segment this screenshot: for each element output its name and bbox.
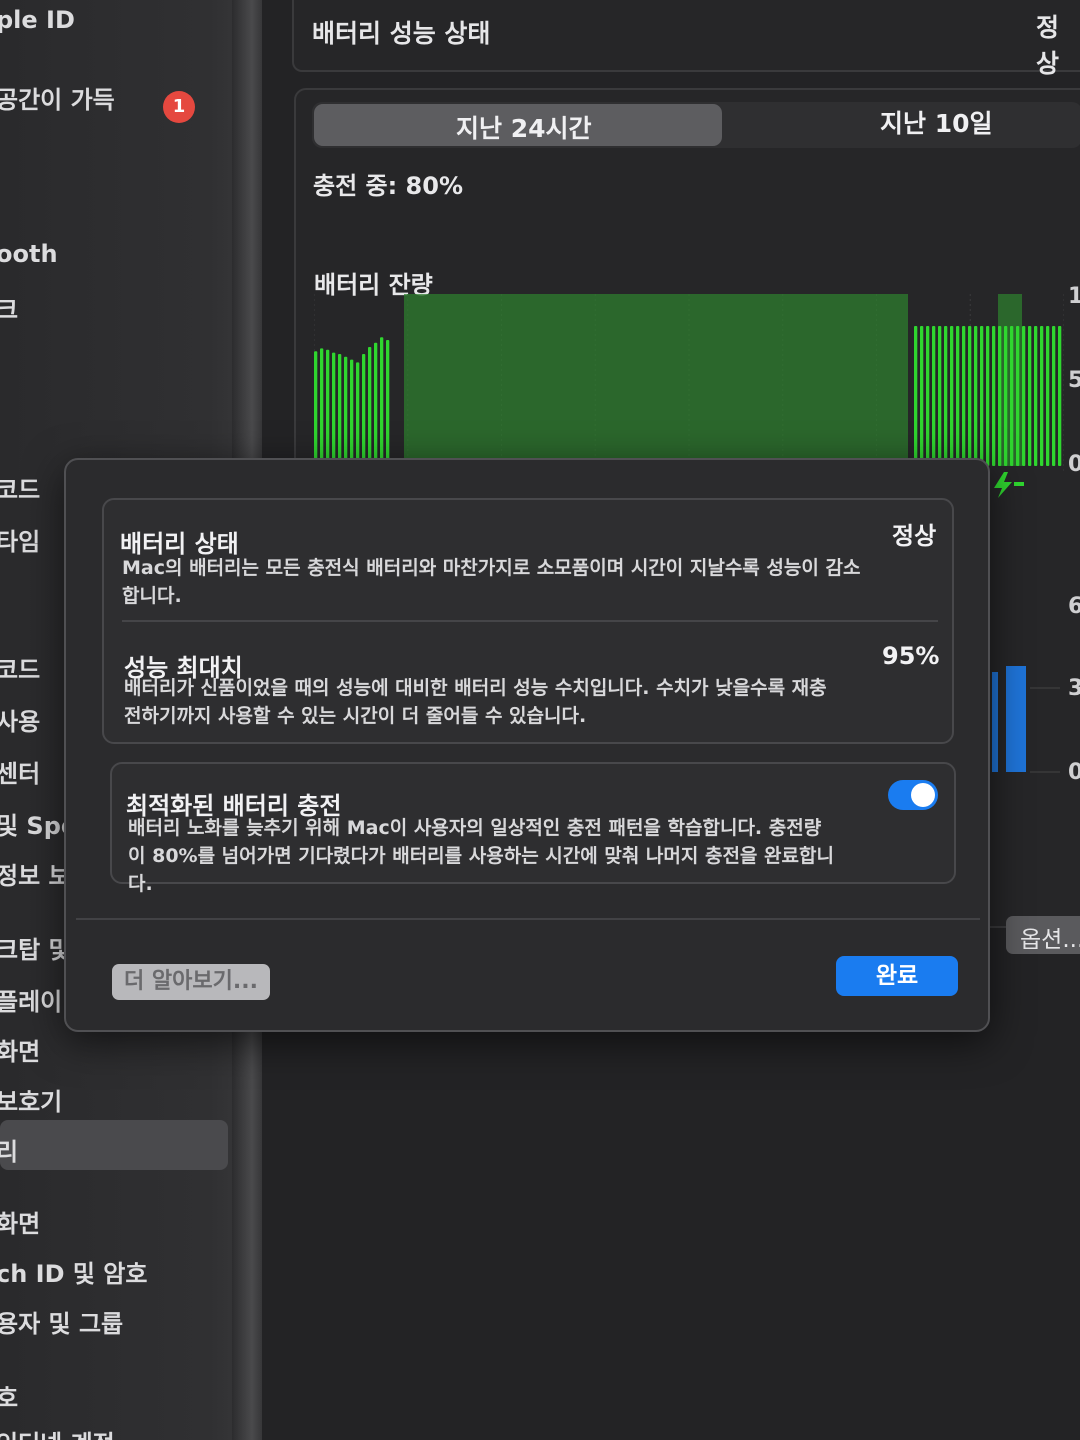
battery-level-bar [1058, 326, 1062, 466]
battery-level-bar [944, 326, 948, 466]
battery-level-bar [974, 326, 978, 466]
footer-divider [76, 918, 980, 920]
battery-level-bar [326, 349, 330, 466]
battery-level-bar [920, 326, 924, 466]
y-tick-0: 0 [1068, 452, 1080, 477]
battery-level-bar [362, 354, 366, 466]
sidebar-item-screensaver[interactable]: 보호기 [0, 1082, 62, 1117]
sidebar-item-battery[interactable]: 리 [0, 1132, 18, 1167]
screen-usage-chart [992, 666, 1060, 773]
battery-level-bar [986, 326, 990, 466]
battery-level-bar [956, 326, 960, 466]
sidebar-item-internet-accounts[interactable]: 인터넷 계정 [0, 1424, 115, 1440]
sidebar-item-screen[interactable]: 화면 [0, 1032, 40, 1067]
charging-status: 충전 중: 80% [313, 172, 463, 200]
battery-level-bar [356, 362, 360, 466]
notification-badge: 1 [163, 91, 195, 123]
battery-level-bar [1028, 326, 1032, 466]
y-tick-100: 1 [1068, 284, 1080, 309]
battery-level-bar [380, 337, 384, 466]
toggle-knob [911, 783, 935, 807]
battery-health-status: 정상 [1036, 13, 1060, 78]
sidebar-item-apple-id[interactable]: ple ID [0, 6, 75, 34]
charging-band [404, 294, 908, 466]
battery-level-bar [1046, 326, 1050, 466]
usage-bar [1006, 666, 1026, 772]
battery-level-bar [992, 326, 996, 466]
battery-level-bar [1034, 326, 1038, 466]
sidebar-item-usage[interactable]: 사용 [0, 702, 40, 737]
sidebar-item-desktop[interactable]: 크탑 및 [0, 930, 71, 965]
sidebar-item-storage-full[interactable]: 공간이 가득 [0, 80, 115, 115]
sidebar-selected-highlight [0, 1120, 228, 1170]
sidebar-item-center[interactable]: 센터 [0, 754, 40, 789]
max-capacity-description: 배터리가 신품이었을 때의 성능에 대비한 배터리 성능 수치입니다. 수치가 … [124, 677, 827, 727]
tab-last-10d[interactable]: 지난 10일 [880, 104, 993, 140]
usage-y-tick-3: 3 [1068, 676, 1080, 701]
battery-level-bar [314, 351, 318, 466]
max-capacity-value: 95% [882, 642, 940, 670]
battery-level-bar [968, 326, 972, 466]
battery-level-bar [938, 326, 942, 466]
battery-level-bar [350, 359, 354, 466]
usage-bar [992, 672, 998, 772]
optimized-charging-toggle[interactable] [888, 780, 938, 810]
sidebar-item-bluetooth[interactable]: ooth [0, 240, 58, 268]
y-tick-50: 5 [1068, 368, 1080, 393]
options-button[interactable]: 옵션... [1006, 916, 1080, 954]
battery-condition-description: Mac의 배터리는 모든 충전식 배터리와 마찬가지로 소모품이며 시간이 지날… [122, 557, 861, 607]
done-button[interactable]: 완료 [836, 956, 958, 996]
sidebar-item-password[interactable]: 호 [0, 1378, 18, 1413]
battery-level-bar [374, 342, 378, 466]
tab-last-24h[interactable]: 지난 24시간 [456, 109, 592, 145]
usage-y-tick-6: 6 [1068, 594, 1080, 619]
battery-level-bar [338, 354, 342, 466]
battery-level-bar [1022, 326, 1026, 466]
battery-level-bar [1010, 326, 1014, 466]
battery-level-bar [998, 326, 1002, 466]
battery-level-bar [962, 326, 966, 466]
battery-level-chart [314, 294, 1064, 474]
sidebar-item-touch-id[interactable]: ch ID 및 암호 [0, 1254, 147, 1289]
battery-level-bar [1052, 326, 1056, 466]
battery-level-bar [1016, 326, 1020, 466]
sidebar-item-code-2[interactable]: 코드 [0, 650, 40, 685]
sidebar-item-network[interactable]: 크 [0, 290, 18, 325]
battery-level-bar [932, 326, 936, 466]
battery-level-bar [914, 326, 918, 466]
sidebar-item-code[interactable]: 코드 [0, 470, 40, 505]
battery-health-title: 배터리 성능 상태 [312, 19, 491, 48]
battery-level-bar [980, 326, 984, 466]
sidebar-item-display[interactable]: 플레이 [0, 982, 62, 1017]
sidebar-item-lock-screen[interactable]: 화면 [0, 1204, 40, 1239]
battery-level-bar [926, 326, 930, 466]
battery-level-bar [320, 348, 324, 466]
optimized-charging-description: 배터리 노화를 늦추기 위해 Mac이 사용자의 일상적인 충전 패턴을 학습합… [128, 817, 834, 895]
charging-bolt-icon [994, 472, 1024, 498]
battery-level-bar [386, 340, 390, 466]
group-divider [122, 620, 938, 622]
battery-level-bar [950, 326, 954, 466]
battery-level-bar [332, 352, 336, 466]
battery-condition-value: 정상 [892, 522, 937, 550]
battery-level-bar [1040, 326, 1044, 466]
battery-level-bar [344, 356, 348, 466]
learn-more-button[interactable]: 더 알아보기... [112, 964, 270, 1000]
battery-level-bar [368, 347, 372, 466]
battery-level-bar [1004, 326, 1008, 466]
sidebar-item-time[interactable]: 타임 [0, 522, 40, 557]
battery-health-dialog: 배터리 상태 정상 Mac의 배터리는 모든 충전식 배터리와 마찬가지로 소모… [64, 458, 990, 1032]
usage-y-tick-0: 0 [1068, 760, 1080, 785]
sidebar-item-users-groups[interactable]: 용자 및 그룹 [0, 1304, 123, 1339]
